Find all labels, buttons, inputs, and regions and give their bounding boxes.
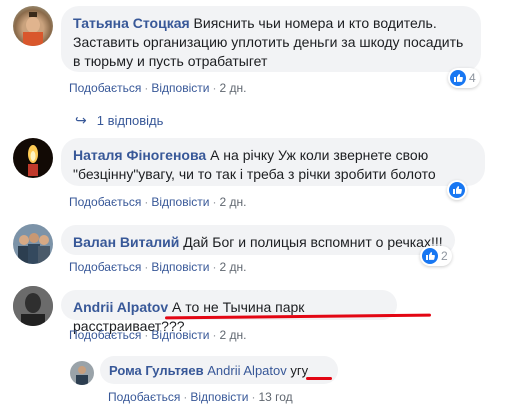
timestamp[interactable]: 2 дн.: [219, 328, 246, 342]
avatar-photo-icon: [18, 233, 50, 264]
view-replies-link[interactable]: ↪ 1 відповідь: [75, 112, 163, 129]
comment-author[interactable]: Татьяна Стоцкая: [73, 15, 190, 31]
avatar[interactable]: [70, 361, 94, 385]
avatar[interactable]: [13, 138, 53, 178]
like-link[interactable]: Подобається: [69, 195, 141, 209]
like-icon: [422, 248, 438, 264]
reply-link[interactable]: Відповісти: [151, 260, 209, 274]
comment-text: Дай Бог и полицыя вспомнит о речках!!!: [183, 234, 443, 250]
timestamp[interactable]: 2 дн.: [219, 195, 246, 209]
reply-link[interactable]: Відповісти: [151, 81, 209, 95]
reply-author[interactable]: Рома Гультяев: [109, 363, 204, 378]
comment-author[interactable]: Валан Виталий: [73, 234, 179, 250]
reply-link[interactable]: Відповісти: [151, 328, 209, 342]
reaction-number: 2: [441, 249, 448, 263]
avatar-photo-icon: [23, 12, 43, 46]
reply-arrow-icon: ↪: [75, 112, 87, 128]
reply-link[interactable]: Відповісти: [190, 390, 248, 404]
comment-actions: Подобається · Відповісти · 2 дн.: [69, 195, 247, 209]
replies-count-label: 1 відповідь: [96, 113, 164, 128]
timestamp[interactable]: 2 дн.: [219, 260, 246, 274]
avatar-photo-icon: [13, 286, 53, 326]
timestamp[interactable]: 2 дн.: [219, 81, 246, 95]
like-link[interactable]: Подобається: [69, 260, 141, 274]
comment-actions: Подобається · Відповісти · 2 дн.: [69, 328, 247, 342]
avatar[interactable]: [13, 6, 53, 46]
comment-bubble: Валан Виталий Дай Бог и полицыя вспомнит…: [61, 225, 455, 255]
reply-link[interactable]: Відповісти: [151, 195, 209, 209]
comment-author[interactable]: Наталя Фіногенова: [73, 147, 206, 163]
reaction-count[interactable]: [447, 180, 467, 200]
like-link[interactable]: Подобається: [69, 81, 141, 95]
annotation-underline: [306, 377, 332, 380]
avatar[interactable]: [13, 286, 53, 326]
timestamp[interactable]: 13 год: [258, 390, 292, 404]
reaction-count[interactable]: 4: [448, 68, 480, 88]
candle-icon: [28, 145, 38, 176]
comment-author[interactable]: Andrii Alpatov: [73, 299, 168, 315]
avatar-photo-icon: [76, 366, 88, 385]
reaction-number: 4: [469, 71, 476, 85]
avatar[interactable]: [13, 224, 53, 264]
like-icon: [450, 70, 466, 86]
reaction-count[interactable]: 2: [420, 246, 452, 266]
comment-actions: Подобається · Відповісти · 2 дн.: [69, 81, 247, 95]
like-link[interactable]: Подобається: [108, 390, 180, 404]
comment-actions: Подобається · Відповісти · 2 дн.: [69, 260, 247, 274]
comment-bubble: Наталя Фіногенова А на річку Уж коли зве…: [61, 138, 485, 186]
reply-actions: Подобається · Відповісти · 13 год: [108, 390, 293, 404]
reply-bubble: Рома Гультяев Andrii Alpatov угу: [100, 356, 338, 384]
reply-text: угу: [290, 363, 309, 378]
like-icon: [449, 182, 465, 198]
mention-link[interactable]: Andrii Alpatov: [207, 363, 287, 378]
like-link[interactable]: Подобається: [69, 328, 141, 342]
comment-bubble: Татьяна Стоцкая Вияснить чьи номера и кт…: [61, 6, 481, 72]
